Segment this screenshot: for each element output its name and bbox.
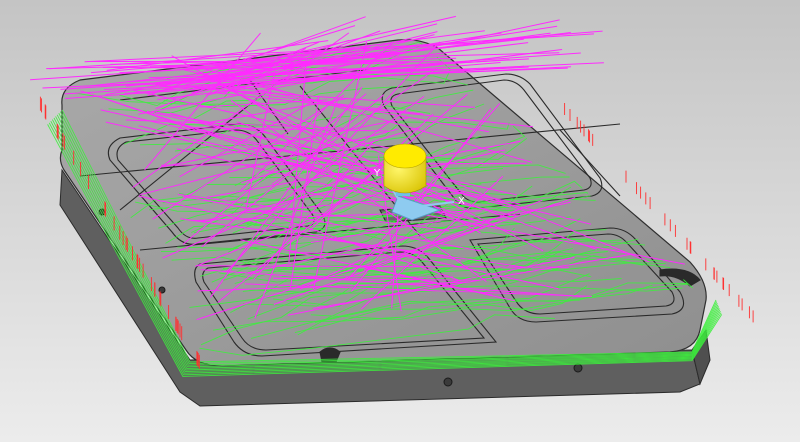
rapid-move <box>297 276 454 278</box>
cutting-tool[interactable] <box>383 143 427 196</box>
side-hole <box>443 377 453 387</box>
side-hole <box>573 363 583 373</box>
triad-y-label: Y <box>373 168 381 179</box>
toolpath-simulation-scene[interactable]: X Y <box>0 0 800 442</box>
cam-3d-viewport[interactable]: X Y <box>0 0 800 442</box>
tool-top <box>383 143 427 169</box>
triad-x-label: X <box>458 196 465 207</box>
